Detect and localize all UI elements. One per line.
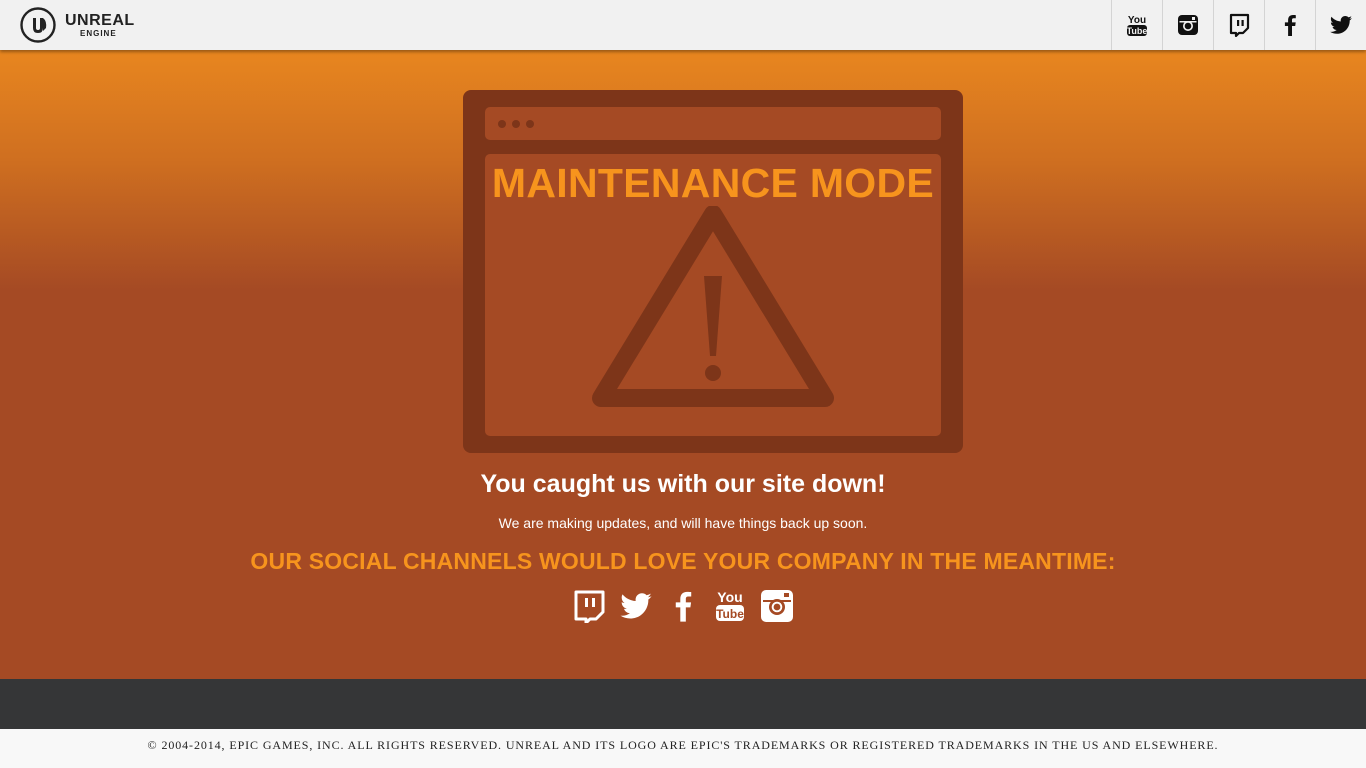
svg-text:You: You bbox=[717, 589, 742, 605]
facebook-icon bbox=[675, 591, 692, 622]
svg-text:You: You bbox=[1128, 15, 1146, 26]
twitch-icon bbox=[1229, 13, 1250, 37]
window-dots bbox=[498, 120, 534, 128]
footer-band bbox=[0, 679, 1366, 729]
window-dot bbox=[512, 120, 520, 128]
maintenance-hero: MAINTENANCE MODE You caught us with our … bbox=[0, 50, 1366, 679]
header-twitch-link[interactable] bbox=[1213, 0, 1264, 50]
header-twitter-link[interactable] bbox=[1315, 0, 1366, 50]
twitch-link[interactable] bbox=[572, 588, 607, 623]
header-instagram-link[interactable] bbox=[1162, 0, 1213, 50]
youtube-icon: You Tube bbox=[1127, 15, 1148, 36]
social-links-row: You Tube bbox=[0, 588, 1366, 623]
youtube-link[interactable]: You Tube bbox=[713, 588, 748, 623]
instagram-link[interactable] bbox=[760, 588, 795, 623]
social-heading: OUR SOCIAL CHANNELS WOULD LOVE YOUR COMP… bbox=[250, 548, 1116, 574]
facebook-icon bbox=[1284, 14, 1296, 36]
headline: You caught us with our site down! bbox=[480, 470, 886, 498]
header-facebook-link[interactable] bbox=[1264, 0, 1315, 50]
logo-wordmark: UNREAL ENGINE bbox=[65, 11, 135, 38]
warning-icon bbox=[592, 206, 834, 407]
twitter-icon bbox=[1330, 16, 1352, 34]
window-title-bar bbox=[485, 107, 941, 140]
footer-legal: © 2004-2014, EPIC GAMES, INC. ALL RIGHTS… bbox=[0, 729, 1366, 768]
instagram-icon bbox=[1178, 15, 1198, 35]
header-social-links: You Tube bbox=[1111, 0, 1366, 50]
logo-subword: ENGINE bbox=[80, 28, 117, 38]
youtube-icon: You Tube bbox=[716, 589, 744, 621]
window-dot bbox=[526, 120, 534, 128]
instagram-icon bbox=[761, 589, 793, 622]
twitter-icon bbox=[620, 592, 652, 618]
top-navigation-bar: UNREAL ENGINE You Tube bbox=[0, 0, 1366, 50]
logo-word: UNREAL bbox=[65, 11, 135, 29]
subheadline: We are making updates, and will have thi… bbox=[498, 515, 868, 531]
browser-window-illustration: MAINTENANCE MODE bbox=[463, 90, 963, 453]
window-dot bbox=[498, 120, 506, 128]
svg-text:Tube: Tube bbox=[716, 607, 744, 621]
unreal-logo-icon bbox=[20, 7, 56, 43]
facebook-link[interactable] bbox=[666, 588, 701, 623]
window-content-pane: MAINTENANCE MODE bbox=[485, 154, 941, 436]
twitter-link[interactable] bbox=[619, 588, 654, 623]
copyright-notice: © 2004-2014, EPIC GAMES, INC. ALL RIGHTS… bbox=[147, 738, 1219, 752]
svg-text:Tube: Tube bbox=[1127, 26, 1148, 36]
twitch-icon bbox=[574, 590, 605, 623]
header-youtube-link[interactable]: You Tube bbox=[1111, 0, 1162, 50]
unreal-engine-logo[interactable]: UNREAL ENGINE bbox=[20, 7, 135, 43]
maintenance-title: MAINTENANCE MODE bbox=[491, 160, 935, 206]
